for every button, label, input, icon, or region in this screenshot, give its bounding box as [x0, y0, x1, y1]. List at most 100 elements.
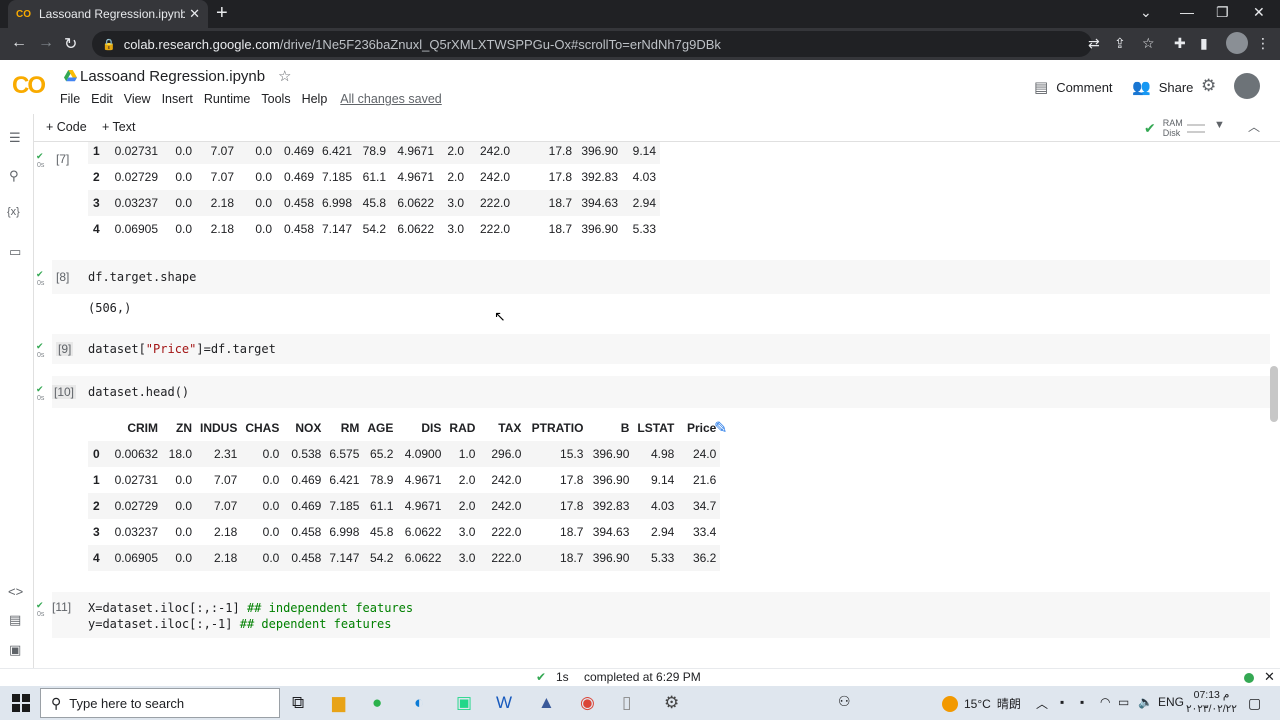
menu-insert[interactable]: Insert: [162, 92, 193, 106]
menu-file[interactable]: File: [60, 92, 80, 106]
reload-icon[interactable]: ↻: [64, 34, 77, 54]
table-cell: 0.0: [255, 170, 272, 184]
windows-start-icon[interactable]: [12, 694, 30, 712]
translate-icon[interactable]: ⇄: [1088, 35, 1100, 52]
language-indicator[interactable]: ENG: [1158, 695, 1184, 709]
address-bar[interactable]: 🔒 colab.research.google.com /drive/1Ne5F…: [92, 31, 1092, 57]
tab-close-icon[interactable]: ✕: [189, 6, 200, 22]
cell-code[interactable]: df.target.shape: [88, 270, 196, 284]
maximize-icon[interactable]: ❐: [1216, 4, 1229, 21]
tray-app-icon[interactable]: ▪: [1080, 695, 1084, 709]
weather-widget[interactable]: 15°C 晴朗: [942, 695, 1021, 712]
settings-gear-icon[interactable]: ⚙: [1201, 76, 1216, 96]
settings-gear-icon[interactable]: ⚙: [664, 693, 679, 713]
taskbar-clock[interactable]: 07:13 م ٢٠٢٣/٠٢/٢٢: [1186, 688, 1237, 716]
table-cell: 6.998: [329, 525, 360, 539]
files-icon[interactable]: ▭: [9, 244, 21, 260]
taskbar-search[interactable]: ⚲ Type here to search: [40, 688, 280, 718]
table-cell: 61.1: [362, 170, 387, 184]
terminal-icon[interactable]: ▣: [9, 642, 21, 658]
window-close-icon[interactable]: ✕: [1253, 4, 1265, 21]
success-check-icon: ✔: [536, 670, 547, 684]
notification-icon[interactable]: ▢: [1248, 695, 1261, 712]
file-explorer-icon[interactable]: ▆: [332, 693, 345, 713]
menu-tools[interactable]: Tools: [261, 92, 290, 106]
back-icon[interactable]: ←: [11, 34, 27, 52]
colab-logo[interactable]: CO: [12, 72, 46, 100]
column-header: CHAS: [245, 421, 280, 435]
cell-run-status[interactable]: ✔ 0s: [36, 270, 44, 288]
cell-run-status[interactable]: ✔ 0s: [36, 601, 44, 619]
tray-app-icon[interactable]: ▪: [1060, 695, 1064, 709]
table-cell: 7.07: [196, 493, 242, 519]
bookmark-star-icon[interactable]: ☆: [1142, 35, 1155, 52]
add-code-button[interactable]: + Code: [46, 120, 87, 134]
cell-code[interactable]: dataset["Price"]=df.target: [88, 342, 276, 356]
code-snippets-icon[interactable]: <>: [8, 584, 23, 599]
resource-indicator[interactable]: ✔ RAM Disk: [1144, 118, 1205, 138]
browser-menu-icon[interactable]: ⋮: [1256, 35, 1270, 52]
notebook-title[interactable]: Lassoand Regression.ipynb: [80, 68, 265, 85]
pycharm-icon[interactable]: ▣: [456, 693, 472, 713]
comment-button[interactable]: ▤ Comment: [1034, 78, 1113, 96]
menu-edit[interactable]: Edit: [91, 92, 113, 106]
cell-code[interactable]: X=dataset.iloc[:,:-1] ## independent fea…: [88, 600, 413, 632]
app-icon[interactable]: ▲: [538, 693, 555, 713]
column-header: B: [620, 421, 630, 435]
cell-number[interactable]: [7]: [56, 152, 69, 166]
table-cell: 4.9671: [404, 473, 442, 487]
table-cell: 33.4: [692, 525, 717, 539]
wifi-icon[interactable]: ◠: [1100, 695, 1110, 709]
search-icon[interactable]: ⚲: [9, 168, 19, 184]
code-cell[interactable]: [52, 260, 1270, 294]
cell-number[interactable]: [10]: [52, 385, 77, 399]
extensions-icon[interactable]: ✚: [1174, 35, 1186, 52]
battery-icon[interactable]: ▭: [1118, 695, 1129, 709]
cell-number[interactable]: [11]: [52, 600, 71, 614]
menu-view[interactable]: View: [124, 92, 151, 106]
cell-run-status[interactable]: ✔ 0s: [36, 152, 44, 170]
share-button[interactable]: 👥 Share: [1132, 78, 1193, 96]
add-text-button[interactable]: + Text: [102, 120, 135, 134]
magic-wand-icon[interactable]: ✎: [714, 418, 727, 438]
share-page-icon[interactable]: ⇪: [1114, 35, 1126, 52]
edge-icon[interactable]: ◐: [414, 693, 424, 713]
code-cell[interactable]: [52, 376, 1270, 408]
new-tab-icon[interactable]: +: [216, 2, 228, 25]
forward-icon[interactable]: →: [38, 34, 54, 52]
people-icon[interactable]: ⚇: [838, 693, 851, 710]
profile-avatar[interactable]: [1226, 32, 1248, 54]
status-close-icon[interactable]: ✕: [1264, 669, 1275, 685]
wechat-icon[interactable]: ●: [372, 693, 382, 713]
runtime-dropdown-icon[interactable]: ▼: [1214, 119, 1225, 131]
chrome-icon[interactable]: ◉: [580, 693, 595, 713]
cell-run-status[interactable]: ✔ 0s: [36, 342, 44, 360]
menu-runtime[interactable]: Runtime: [204, 92, 251, 106]
user-avatar[interactable]: [1234, 73, 1260, 99]
collapse-header-icon[interactable]: ︿: [1248, 118, 1260, 135]
table-cell: 7.185: [322, 170, 353, 184]
cell-number[interactable]: [9]: [56, 342, 74, 356]
cell-number[interactable]: [8]: [56, 270, 69, 284]
minimize-icon[interactable]: —: [1180, 4, 1194, 20]
star-icon[interactable]: ☆: [278, 67, 291, 85]
word-icon[interactable]: W: [496, 693, 512, 713]
scrollbar-thumb[interactable]: [1270, 366, 1278, 422]
save-status[interactable]: All changes saved: [340, 92, 441, 106]
browser-tab[interactable]: CO Lassoand Regression.ipynb - Cola ✕: [8, 0, 208, 28]
cell-code[interactable]: dataset.head(): [88, 385, 189, 399]
side-panel-icon[interactable]: ▮: [1200, 35, 1208, 52]
cell-run-status[interactable]: ✔ 0s: [36, 385, 44, 403]
weather-text: 晴朗: [996, 697, 1021, 711]
tray-chevron-icon[interactable]: ︿: [1036, 695, 1048, 712]
variables-icon[interactable]: {x}: [7, 206, 20, 218]
command-palette-icon[interactable]: ▤: [9, 612, 21, 628]
notepad-icon[interactable]: ▯: [622, 693, 631, 713]
table-cell: 0.02729: [114, 170, 158, 184]
toc-icon[interactable]: ☰: [9, 130, 21, 146]
volume-icon[interactable]: 🔈: [1138, 695, 1153, 709]
table-cell: 7.147: [325, 545, 364, 571]
tab-search-icon[interactable]: ⌄: [1140, 4, 1152, 21]
task-view-icon[interactable]: ⧉: [292, 693, 304, 713]
menu-help[interactable]: Help: [302, 92, 328, 106]
